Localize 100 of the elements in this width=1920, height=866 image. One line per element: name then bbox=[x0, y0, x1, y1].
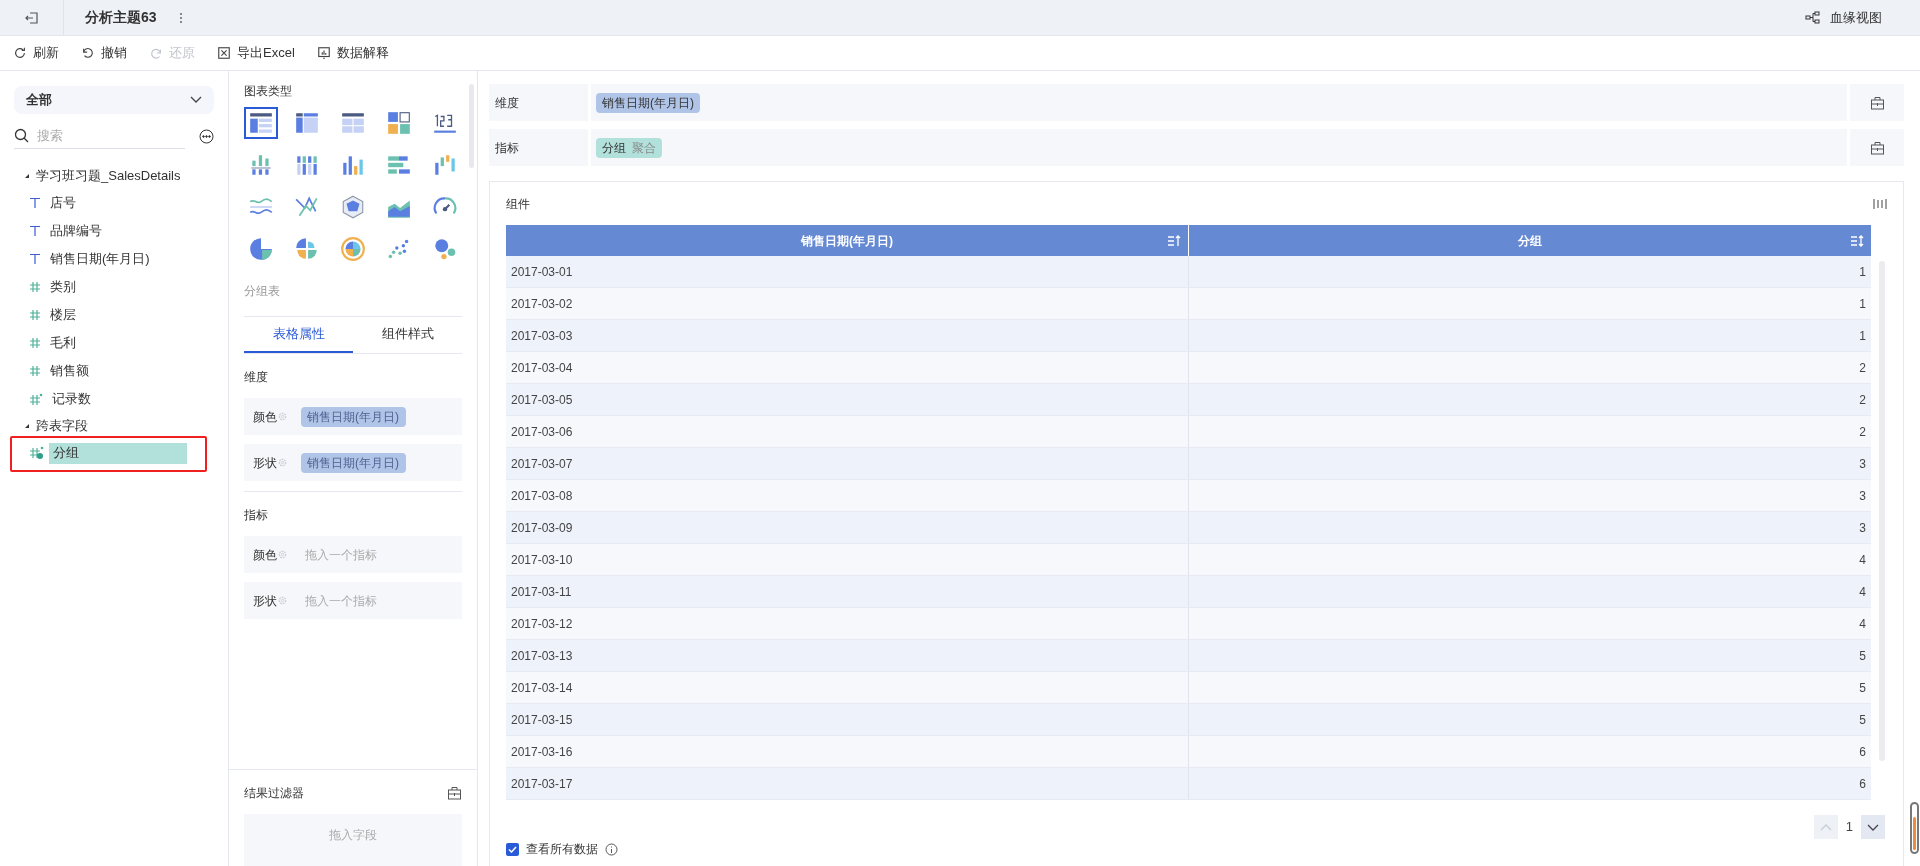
more-icon[interactable] bbox=[199, 128, 214, 144]
drop-hint: 拖入字段 bbox=[329, 827, 377, 844]
hash-icon bbox=[29, 281, 41, 293]
chart-type-button[interactable] bbox=[244, 107, 278, 139]
table-cell-text: 1 bbox=[1858, 263, 1867, 281]
redo-icon bbox=[149, 46, 163, 60]
pie-chart-icon bbox=[294, 236, 320, 262]
section-title: 图表类型 bbox=[244, 83, 293, 100]
collapse-triangle-icon[interactable] bbox=[24, 173, 30, 179]
collapse-triangle-icon[interactable] bbox=[24, 423, 30, 429]
toolbar-button[interactable]: 数据解释 bbox=[316, 43, 389, 63]
undo-icon bbox=[81, 46, 95, 60]
mapping-slot[interactable]: 形状 销售日期(年月日) bbox=[244, 444, 462, 481]
table-cell: 2017-03-03 bbox=[506, 320, 1189, 351]
sort-icon[interactable] bbox=[1850, 234, 1864, 247]
table-cell: 2017-03-01 bbox=[506, 256, 1189, 287]
table-cell-text: 1 bbox=[1858, 295, 1867, 313]
field-item[interactable]: 销售额 bbox=[50, 360, 89, 382]
table-cell-text: 2 bbox=[1858, 391, 1867, 409]
toolbox-icon[interactable] bbox=[447, 786, 462, 800]
gear-icon bbox=[277, 411, 288, 422]
scope-dropdown[interactable]: 全部 bbox=[14, 86, 214, 114]
field-item[interactable]: 销售日期(年月日) bbox=[50, 248, 150, 270]
next-page-button[interactable] bbox=[1861, 815, 1885, 839]
field-chip: 销售日期(年月日) bbox=[301, 452, 406, 473]
table-cell-text: 5 bbox=[1858, 647, 1867, 665]
toolbar-button[interactable]: 撤销 bbox=[81, 43, 127, 63]
table-cell: 2017-03-15 bbox=[506, 704, 1189, 735]
table-cell: 2017-03-02 bbox=[506, 288, 1189, 319]
table-cell: 2017-03-13 bbox=[506, 640, 1189, 671]
toolbar-button[interactable]: 刷新 bbox=[13, 43, 59, 63]
toolbox-icon[interactable] bbox=[1869, 140, 1885, 155]
field-chip[interactable]: 分组 聚合 bbox=[596, 137, 662, 158]
mapping-slot[interactable]: 形状 拖入一个指标 bbox=[244, 582, 462, 619]
show-all-checkbox[interactable] bbox=[506, 842, 519, 856]
table-cell-text: 3 bbox=[1858, 487, 1867, 505]
spreadsheet-icon bbox=[217, 46, 231, 60]
section-title: 指标 bbox=[244, 507, 269, 524]
hash-icon bbox=[29, 337, 41, 349]
info-icon[interactable] bbox=[605, 842, 618, 856]
shelf-label: 维度 bbox=[489, 84, 588, 121]
component-title: 组件 bbox=[506, 196, 530, 213]
table-cell: 2017-03-11 bbox=[506, 576, 1189, 607]
page-number: 1 bbox=[1845, 818, 1853, 837]
toolbar-button[interactable]: 导出Excel bbox=[217, 43, 295, 63]
chart-icon bbox=[316, 46, 331, 60]
hierarchy-icon bbox=[1805, 11, 1820, 24]
table-cell: 2017-03-14 bbox=[506, 672, 1189, 703]
table-cell-text: 6 bbox=[1858, 775, 1867, 793]
sort-ascending-icon[interactable] bbox=[1167, 234, 1181, 247]
field-item[interactable]: 毛利 bbox=[50, 332, 76, 354]
slot-label: 颜色 bbox=[253, 546, 277, 564]
field-item[interactable]: 品牌编号 bbox=[50, 220, 102, 242]
chevron-down-icon bbox=[190, 96, 202, 104]
table-cell-text: 2 bbox=[1858, 359, 1867, 377]
drop-hint: 拖入一个指标 bbox=[305, 546, 377, 564]
refresh-icon bbox=[13, 46, 27, 60]
chevron-down-icon bbox=[1867, 823, 1879, 831]
chart-type-name: 分组表 bbox=[244, 283, 281, 300]
column-width-icon[interactable] bbox=[1873, 197, 1887, 211]
panel-tab[interactable]: 表格属性 bbox=[244, 317, 353, 353]
toolbox-icon[interactable] bbox=[1869, 95, 1885, 110]
drop-hint: 拖入一个指标 bbox=[305, 592, 377, 610]
table-cell-text: 4 bbox=[1858, 551, 1867, 569]
field-item[interactable]: 楼层 bbox=[50, 304, 76, 326]
gear-icon bbox=[277, 457, 288, 468]
table-cell-text: 1 bbox=[1858, 327, 1867, 345]
exit-icon[interactable] bbox=[24, 10, 39, 25]
panel-tab[interactable]: 组件样式 bbox=[353, 317, 462, 353]
hash-icon bbox=[29, 392, 43, 406]
section-title: 维度 bbox=[244, 369, 269, 386]
mapping-slot[interactable]: 颜色 销售日期(年月日) bbox=[244, 398, 462, 435]
field-chip: 销售日期(年月日) bbox=[301, 406, 406, 427]
field-chip[interactable]: 销售日期(年月日) bbox=[596, 92, 700, 113]
table-cell-text: 2 bbox=[1858, 423, 1867, 441]
checkmark-icon bbox=[508, 845, 517, 853]
shelf-drop-area[interactable]: 销售日期(年月日) bbox=[591, 84, 1847, 121]
search-field[interactable]: 搜索 bbox=[37, 123, 157, 148]
table-cell-text: 4 bbox=[1858, 583, 1867, 601]
table-cell-text: 3 bbox=[1858, 519, 1867, 537]
hash-icon bbox=[29, 365, 41, 377]
table-cell-text: 5 bbox=[1858, 679, 1867, 697]
field-item[interactable]: 店号 bbox=[50, 192, 76, 214]
bar-chart-icon bbox=[432, 152, 458, 178]
table-cell: 2017-03-04 bbox=[506, 352, 1189, 383]
table-cell: 2017-03-16 bbox=[506, 736, 1189, 767]
gear-icon bbox=[277, 549, 288, 560]
shelf-drop-area[interactable]: 分组 聚合 bbox=[591, 129, 1847, 166]
bubble-chart-icon bbox=[432, 236, 458, 262]
table-cell: 2017-03-12 bbox=[506, 608, 1189, 639]
field-item[interactable]: 类别 bbox=[50, 276, 76, 298]
field-item[interactable]: 记录数 bbox=[52, 388, 91, 410]
table-cell-text: 3 bbox=[1858, 455, 1867, 473]
lineage-view-button[interactable]: 血缘视图 bbox=[1805, 7, 1882, 28]
pie-chart-icon bbox=[248, 236, 274, 262]
gear-icon bbox=[277, 595, 288, 606]
table-cell-text: 4 bbox=[1858, 615, 1867, 633]
field-item[interactable]: 分组 bbox=[49, 442, 187, 464]
mapping-slot[interactable]: 颜色 拖入一个指标 bbox=[244, 536, 462, 573]
side-handle[interactable] bbox=[1910, 802, 1919, 854]
